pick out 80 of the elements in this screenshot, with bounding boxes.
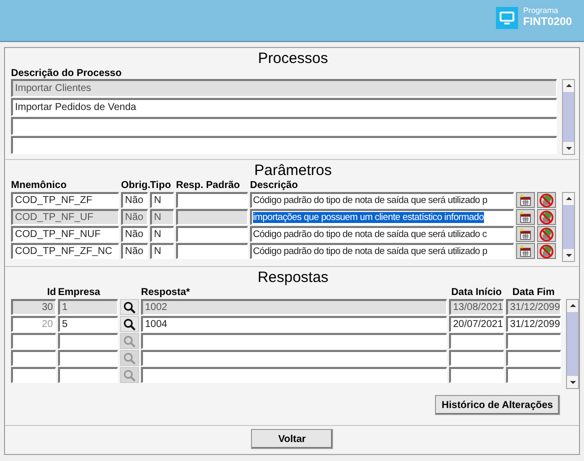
- scrollbar[interactable]: [562, 192, 575, 262]
- calendar-button[interactable]: [516, 243, 535, 259]
- mnemonic-field[interactable]: COD_TP_NF_NUF: [11, 226, 119, 242]
- prohibited-button[interactable]: [537, 226, 556, 242]
- company-field[interactable]: 1: [58, 299, 118, 315]
- column-header: Data Início: [450, 287, 503, 298]
- mnemonic-field[interactable]: COD_TP_NF_ZF_NC: [11, 243, 119, 259]
- company-field[interactable]: [58, 350, 118, 366]
- calendar-button[interactable]: [516, 192, 535, 208]
- program-label: Programa: [523, 7, 560, 16]
- id-field[interactable]: [11, 350, 56, 366]
- column-header: Empresa: [58, 287, 102, 298]
- required-field[interactable]: Não: [121, 192, 148, 208]
- end-date-field[interactable]: [506, 333, 561, 349]
- answer-field[interactable]: [141, 367, 447, 383]
- monitor-icon: [496, 6, 518, 28]
- prohibited-button[interactable]: [537, 243, 556, 259]
- company-field[interactable]: [58, 367, 118, 383]
- process-field[interactable]: Importar Clientes: [11, 79, 557, 97]
- id-field[interactable]: [11, 367, 56, 383]
- required-field[interactable]: Não: [121, 209, 148, 225]
- column-header: Data Fim: [511, 287, 556, 298]
- required-field[interactable]: Não: [121, 243, 148, 259]
- search-button[interactable]: [120, 299, 139, 315]
- default-answer-field[interactable]: [176, 192, 248, 208]
- history-button[interactable]: Histórico de Alterações: [434, 395, 560, 415]
- scrollbar[interactable]: [566, 299, 579, 389]
- description-field[interactable]: Código padrão do tipo de nota de saída que será utilizado p: [250, 243, 514, 259]
- mnemonic-field[interactable]: COD_TP_NF_ZF: [11, 192, 119, 208]
- end-date-field[interactable]: 31/12/2099: [506, 316, 561, 332]
- answer-field[interactable]: [141, 350, 447, 366]
- column-header: Resposta*: [141, 287, 191, 298]
- start-date-field[interactable]: [449, 350, 504, 366]
- type-field[interactable]: N: [150, 226, 174, 242]
- id-field[interactable]: [11, 333, 56, 349]
- company-field[interactable]: [58, 333, 118, 349]
- column-header: Id: [46, 287, 56, 298]
- section-title: Parâmetros: [253, 161, 333, 180]
- type-field[interactable]: N: [150, 192, 174, 208]
- company-field[interactable]: 5: [58, 316, 118, 332]
- description-field[interactable]: importações que possuem um cliente estatístico informado: [250, 209, 514, 225]
- process-field[interactable]: [11, 117, 557, 135]
- column-header: Descrição: [250, 180, 299, 191]
- start-date-field[interactable]: 13/08/2021: [449, 299, 504, 315]
- section-title: Respostas: [256, 268, 330, 287]
- answer-field[interactable]: 1002: [141, 299, 447, 315]
- description-field[interactable]: Código padrão do tipo de nota de saída que será utilizado p: [250, 192, 514, 208]
- calendar-button[interactable]: [516, 226, 535, 242]
- end-date-field[interactable]: 31/12/2099: [506, 299, 561, 315]
- type-field[interactable]: N: [150, 209, 174, 225]
- scrollbar[interactable]: [562, 79, 575, 155]
- prohibited-button[interactable]: [537, 209, 556, 225]
- column-header: Descrição do Processo: [11, 68, 123, 79]
- type-field[interactable]: N: [150, 243, 174, 259]
- start-date-field[interactable]: [449, 367, 504, 383]
- calendar-button[interactable]: [516, 209, 535, 225]
- section-title: Processos: [256, 49, 330, 68]
- description-field[interactable]: Código padrão do tipo de nota de saída que será utilizado c: [250, 226, 514, 242]
- end-date-field[interactable]: [506, 367, 561, 383]
- answer-field[interactable]: 1004: [141, 316, 447, 332]
- process-field[interactable]: Importar Pedidos de Venda: [11, 98, 557, 116]
- column-header: Tipo: [150, 180, 172, 191]
- search-button[interactable]: [120, 316, 139, 332]
- process-field[interactable]: [11, 136, 557, 154]
- program-code: FINT0200: [523, 16, 572, 28]
- prohibited-button[interactable]: [537, 192, 556, 208]
- column-header: Resp. Padrão: [176, 180, 241, 191]
- default-answer-field[interactable]: [176, 243, 248, 259]
- default-answer-field[interactable]: [176, 226, 248, 242]
- start-date-field[interactable]: [449, 333, 504, 349]
- column-header: Mnemônico: [11, 180, 68, 191]
- column-header: Obrig.: [121, 180, 148, 191]
- back-button[interactable]: Voltar: [251, 429, 333, 449]
- end-date-field[interactable]: [506, 350, 561, 366]
- mnemonic-field[interactable]: COD_TP_NF_UF: [11, 209, 119, 225]
- required-field[interactable]: Não: [121, 226, 148, 242]
- start-date-field[interactable]: 20/07/2021: [449, 316, 504, 332]
- answer-field[interactable]: [141, 333, 447, 349]
- id-field[interactable]: 30: [11, 299, 56, 315]
- default-answer-field[interactable]: [176, 209, 248, 225]
